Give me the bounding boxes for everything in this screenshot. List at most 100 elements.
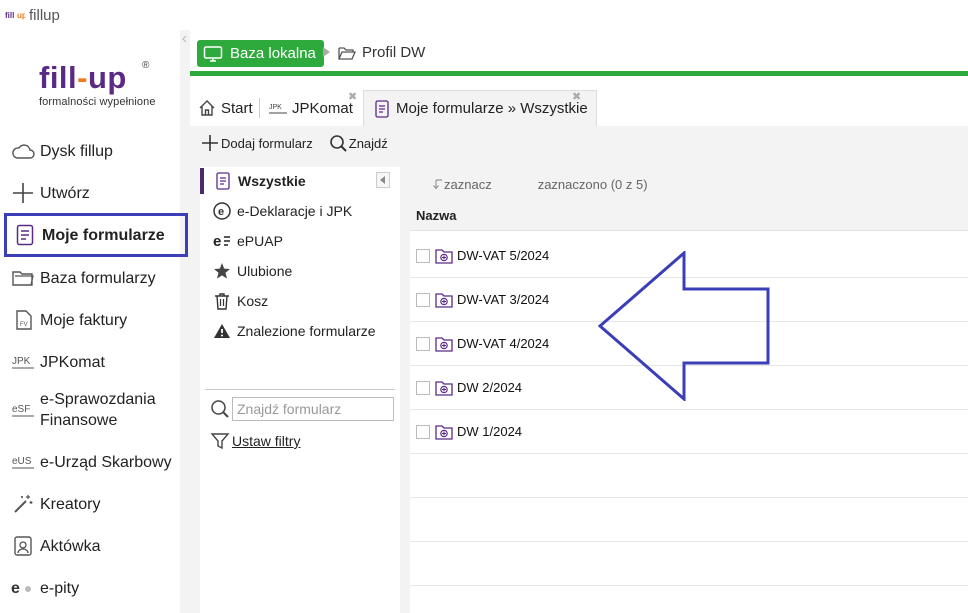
sidebar-item-moje-formularze[interactable]: Moje formularze [4,213,188,257]
title-bar: fill up fillup [0,0,968,30]
row-checkbox[interactable] [416,424,430,439]
category-znalezione[interactable]: Znalezione formularze [200,318,400,344]
row-name: DW-VAT 4/2024 [457,336,550,351]
form-icon [372,99,392,118]
tab-close-icon[interactable]: ✖ [348,92,357,103]
svg-text:e: e [11,580,20,596]
sidebar-item-label: Dysk fillup [40,142,113,160]
tab-divider [259,98,260,118]
category-ulubione[interactable]: Ulubione [200,258,400,284]
tab-label: Moje formularze » Wszystkie [396,100,588,117]
sidebar-item-dysk-fillup[interactable]: Dysk fillup [0,130,188,172]
category-label: e-Deklaracje i JPK [237,203,353,219]
monitor-icon [203,45,223,63]
sidebar-item-e-pity[interactable]: e e-pity [0,567,188,609]
profile-folder-icon [435,248,453,264]
category-label: Wszystkie [238,173,306,189]
tab-jpkomat[interactable]: JPK JPKomat [268,90,353,126]
set-filters-link[interactable]: Ustaw filtry [210,431,300,451]
sidebar-item-e-urzad-skarbowy[interactable]: eUS e-Urząd Skarbowy [0,441,188,483]
sidebar-item-aktowka[interactable]: Aktówka [0,525,188,567]
breadcrumb-profile-label: Profil DW [362,44,426,61]
jpk-icon-text: JPK [269,104,282,111]
sidebar-item-utworz[interactable]: Utwórz [0,172,188,214]
row-checkbox[interactable] [416,336,430,351]
table-row[interactable]: DW 2/2024 [410,366,968,410]
sidebar-item-label: Kreatory [40,495,101,513]
fillup-logo: fill-up ® formalności wypełnione [39,60,159,122]
category-label: ePUAP [237,233,283,249]
find-button[interactable]: Znajdź [329,134,388,152]
svg-text:FV: FV [20,322,28,328]
sidebar-item-label: Aktówka [40,537,101,555]
logo-up: up [88,60,127,95]
local-database-label: Baza lokalna [230,45,316,62]
category-epuap[interactable]: e ePUAP [200,228,400,254]
search-icon [210,399,230,419]
sidebar-item-baza-formularzy[interactable]: Baza formularzy [0,257,188,299]
logo-tagline: formalności wypełnione [39,96,156,108]
search-input[interactable] [232,397,394,421]
svg-text:e: e [213,233,221,249]
table-row[interactable]: DW-VAT 3/2024 [410,278,968,322]
empty-row [410,542,968,586]
category-e-deklaracje[interactable]: e e-Deklaracje i JPK [200,198,400,224]
tab-close-icon[interactable]: ✖ [572,92,581,103]
sidebar-item-jpkomat[interactable]: JPK JPKomat [0,341,188,383]
cloud-icon [11,139,35,163]
app-title: fillup [29,6,60,24]
category-wszystkie[interactable]: Wszystkie [200,168,400,194]
svg-text:eUS: eUS [12,456,32,467]
category-label: Ulubione [237,263,293,279]
jpk-icon: JPK [268,99,288,117]
form-search [210,397,394,421]
briefcase-icon [11,534,35,558]
sidebar-item-moje-faktury[interactable]: FV Moje faktury [0,299,188,341]
sidebar-item-label: e-Sprawozdania Finansowe [40,391,156,429]
form-icon [213,171,233,191]
plus-icon [201,134,219,152]
column-header-name[interactable]: Nazwa [410,201,968,231]
breadcrumb-profile[interactable]: Profil DW [338,44,425,61]
forms-list: Nazwa DW-VAT 5/2024 DW-VAT 3/2024 DW-VAT… [410,201,968,613]
profile-folder-icon [435,292,453,308]
tab-start[interactable]: Start [197,90,253,126]
e-circle-icon: e [212,201,232,221]
table-row[interactable]: DW-VAT 4/2024 [410,322,968,366]
profile-folder-icon [435,336,453,352]
breadcrumb-separator-icon [323,47,330,57]
home-icon [197,99,217,117]
sidebar-item-label: Moje formularze [42,226,165,244]
set-filters-label: Ustaw filtry [232,433,301,449]
local-database-button[interactable]: Baza lokalna [197,40,324,67]
trash-icon [212,291,232,311]
jpk-icon: JPK [11,350,35,374]
folder-open-icon [338,45,356,61]
tab-moje-formularze[interactable]: Moje formularze » Wszystkie [363,90,597,126]
select-all-button[interactable]: zaznacz [432,177,492,192]
tab-label: JPKomat [292,99,353,117]
sidebar-item-e-sprawozdania[interactable]: eSF e-Sprawozdania Finansowe [0,383,188,437]
plus-icon [11,181,35,205]
list-toolbar: zaznacz zaznaczono (0 z 5) [410,167,968,201]
table-row[interactable]: DW 1/2024 [410,410,968,454]
svg-text:fill: fill [5,11,14,20]
category-panel: Wszystkie e e-Deklaracje i JPK e ePUAP U… [200,167,400,613]
svg-text:e: e [218,206,224,218]
profile-folder-icon [435,424,453,440]
row-checkbox[interactable] [416,292,430,307]
row-checkbox[interactable] [416,248,430,263]
collapse-panel-button[interactable] [376,172,390,188]
add-form-button[interactable]: Dodaj formularz [201,134,313,152]
table-row[interactable]: DW-VAT 5/2024 [410,234,968,278]
row-checkbox[interactable] [416,380,430,395]
sidebar-item-kreatory[interactable]: Kreatory [0,483,188,525]
folders-icon [11,266,35,290]
panel-divider [205,389,395,390]
svg-text:up: up [17,11,25,20]
category-kosz[interactable]: Kosz [200,288,400,314]
sidebar-item-label: e-Urząd Skarbowy [40,453,172,471]
wand-icon [11,492,35,516]
breadcrumb: Baza lokalna Profil DW [190,30,968,76]
row-name: DW-VAT 3/2024 [457,292,550,307]
